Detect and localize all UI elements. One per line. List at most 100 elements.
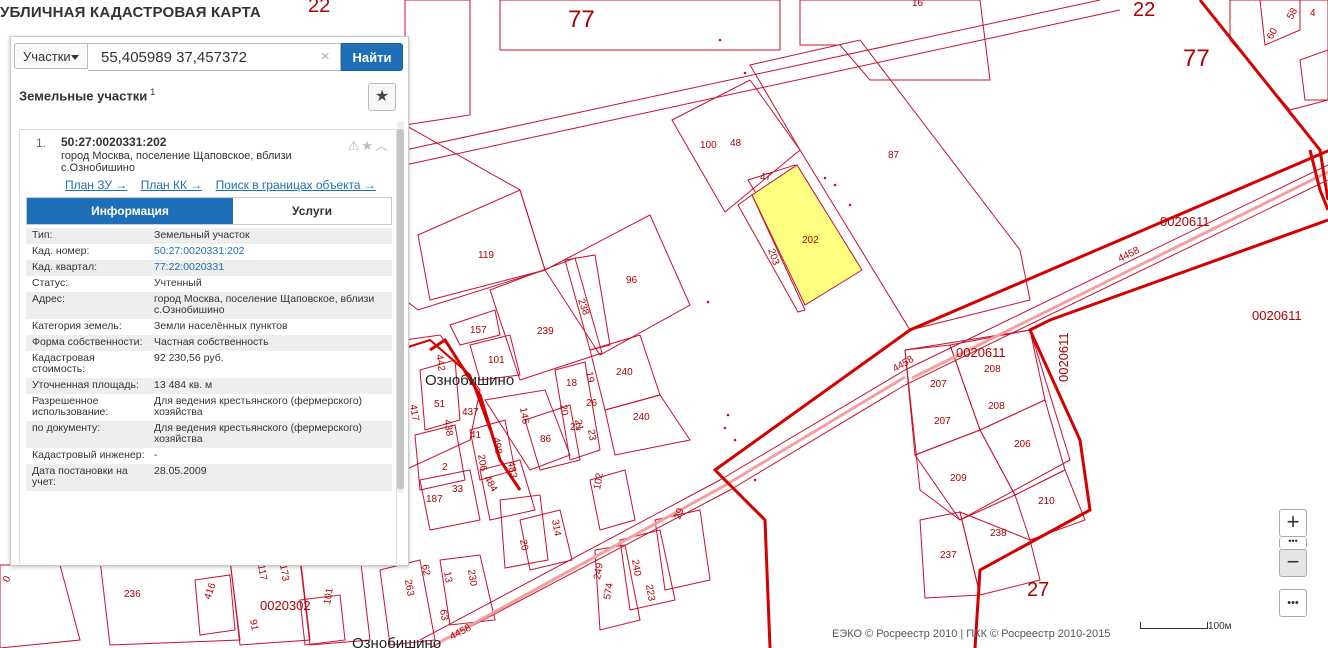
village-label: Ознобишино <box>352 635 441 648</box>
search-in-bounds-link[interactable]: Поиск в границах объекта → <box>216 178 376 192</box>
app-title: УБЛИЧНАЯ КАДАСТРОВАЯ КАРТА <box>0 4 265 21</box>
zoom-out-button[interactable]: − <box>1279 549 1307 577</box>
plan-zu-link[interactable]: План ЗУ → <box>65 178 127 192</box>
parcel-label: 207 <box>934 416 951 427</box>
village-label: Ознобишино <box>425 372 514 389</box>
parcel-label: 237 <box>940 550 957 561</box>
minus-icon: − <box>1286 549 1300 574</box>
parcel-label: 48 <box>730 138 742 149</box>
plan-kk-link[interactable]: План КК → <box>141 178 203 192</box>
quarter-label: 0020611 <box>1056 332 1071 382</box>
tab-info[interactable]: Информация <box>27 198 233 224</box>
dots-icon: ••• <box>1288 536 1298 546</box>
property-row: Кадастровый инженер: - <box>26 448 392 464</box>
tabs: Информация Услуги <box>26 197 392 225</box>
region-label: 22 <box>1133 0 1155 21</box>
property-key: Уточненная площадь: <box>32 379 139 391</box>
region-label: 77 <box>1183 45 1210 72</box>
property-row: Тип: Земельный участок <box>26 228 392 244</box>
result-number: 1. <box>36 136 47 150</box>
clear-icon[interactable]: × <box>321 48 330 65</box>
property-key: Категория земель: <box>32 320 122 332</box>
parcel-label: 4 <box>1310 8 1316 19</box>
property-key: Адрес: <box>32 293 65 305</box>
parcel-label: 208 <box>984 364 1001 375</box>
parcel-label: 240 <box>633 412 650 423</box>
property-value: 28.05.2009 <box>154 465 207 477</box>
scale-bar <box>1140 622 1208 629</box>
search-type-select[interactable]: Участки <box>14 43 88 69</box>
property-value-link[interactable]: 77:22:0020331 <box>146 262 392 273</box>
parcel-label: 87 <box>888 150 900 161</box>
favorites-button[interactable]: ★ <box>368 83 396 111</box>
property-row: Кадастровая стоимость: 92 230,56 руб. <box>26 351 392 378</box>
copyright: ЕЭКО © Росреестр 2010 | ПКК © Росреестр … <box>832 628 1111 640</box>
property-key: Форма собственности: <box>32 336 143 348</box>
result-card: 1. 50:27:0020331:202 ⚠★︿ город Москва, п… <box>19 129 397 564</box>
property-value: Земельный участок <box>154 229 250 241</box>
scrollbar-thumb[interactable] <box>397 129 404 489</box>
parcel-label: 33 <box>452 484 464 495</box>
more-button[interactable]: ••• <box>1279 589 1307 617</box>
property-key: Дата постановки на учет: <box>32 465 128 488</box>
scrollbar[interactable] <box>397 121 404 493</box>
parcel-label: 208 <box>988 401 1005 412</box>
cadastral-number[interactable]: 50:27:0020331:202 <box>61 135 166 149</box>
property-key: Кадастровый инженер: <box>32 449 145 461</box>
parcel-label: 206 <box>1014 439 1031 450</box>
parcel-label: 119 <box>478 250 494 261</box>
parcel-label: 22 <box>570 422 582 433</box>
parcel-label: 240 <box>616 367 633 378</box>
scale-label: 100м <box>1208 621 1232 632</box>
property-row: Кад. квартал: 77:22:0020331 <box>26 260 392 276</box>
section-title-text: Земельные участки <box>19 88 148 104</box>
property-key: Кад. номер: <box>32 245 90 257</box>
property-key: по документу: <box>32 422 101 434</box>
parcel-label: 187 <box>426 494 443 505</box>
search-panel: Участки × Найти Земельные участки1 ★ 1. … <box>10 36 409 566</box>
quarter-label: 0020302 <box>260 598 311 613</box>
tab-services[interactable]: Услуги <box>233 198 391 224</box>
property-value: 92 230,56 руб. <box>154 352 224 364</box>
property-value: город Москва, поселение Щаповское, вблиз… <box>154 293 375 316</box>
property-row: Форма собственности: Частная собственност… <box>26 335 392 351</box>
property-value: Для ведения крестьянского (фермерского) … <box>154 395 363 418</box>
property-value: Земли населённых пунктов <box>154 320 288 332</box>
quarter-label: 0020611 <box>1252 308 1302 323</box>
plus-icon: + <box>1286 509 1300 534</box>
property-value: Учтенный <box>154 277 202 289</box>
result-action-icons[interactable]: ⚠★︿ <box>348 135 390 154</box>
property-value: Частная собственность <box>154 336 269 348</box>
region-label: 22 <box>308 0 330 17</box>
property-row: Категория земель: Земли населённых пункто… <box>26 319 392 335</box>
parcel-label: 86 <box>540 434 552 445</box>
result-links: План ЗУ → План КК → Поиск в границах объ… <box>65 178 386 192</box>
property-key: Кад. квартал: <box>32 261 97 273</box>
property-value-link[interactable]: 50:27:0020331:202 <box>146 246 392 257</box>
zoom-slider[interactable]: ••• <box>1279 537 1307 549</box>
property-row: Разрешенное использование: Для ведения кр… <box>26 394 392 421</box>
parcel-label: 96 <box>626 275 638 286</box>
parcel-label: 101 <box>488 355 505 366</box>
region-label: 77 <box>568 6 595 33</box>
property-value: 13 484 кв. м <box>154 379 213 391</box>
search-button[interactable]: Найти <box>341 43 403 71</box>
more-icon: ••• <box>1287 597 1299 609</box>
search-input[interactable] <box>88 43 341 71</box>
parcel-label: 236 <box>124 589 141 600</box>
parcel-label: 2 <box>442 462 448 473</box>
zoom-in-button[interactable]: + <box>1279 509 1307 537</box>
parcel-label: 437 <box>462 407 479 418</box>
parcel-label: 16 <box>912 0 924 9</box>
parcel-label: 100 <box>700 140 717 151</box>
parcel-label: 238 <box>990 528 1007 539</box>
property-key: Статус: <box>32 277 69 289</box>
property-value: Для ведения крестьянского (фермерского) … <box>154 422 363 445</box>
parcel-label: 26 <box>586 398 598 409</box>
property-row: по документу: Для ведения крестьянского (… <box>26 421 392 448</box>
property-value: - <box>154 449 158 461</box>
property-row: Статус: Учтенный <box>26 276 392 292</box>
parcel-label: 209 <box>950 473 967 484</box>
property-key: Тип: <box>32 229 53 241</box>
caret-down-icon <box>71 55 79 60</box>
